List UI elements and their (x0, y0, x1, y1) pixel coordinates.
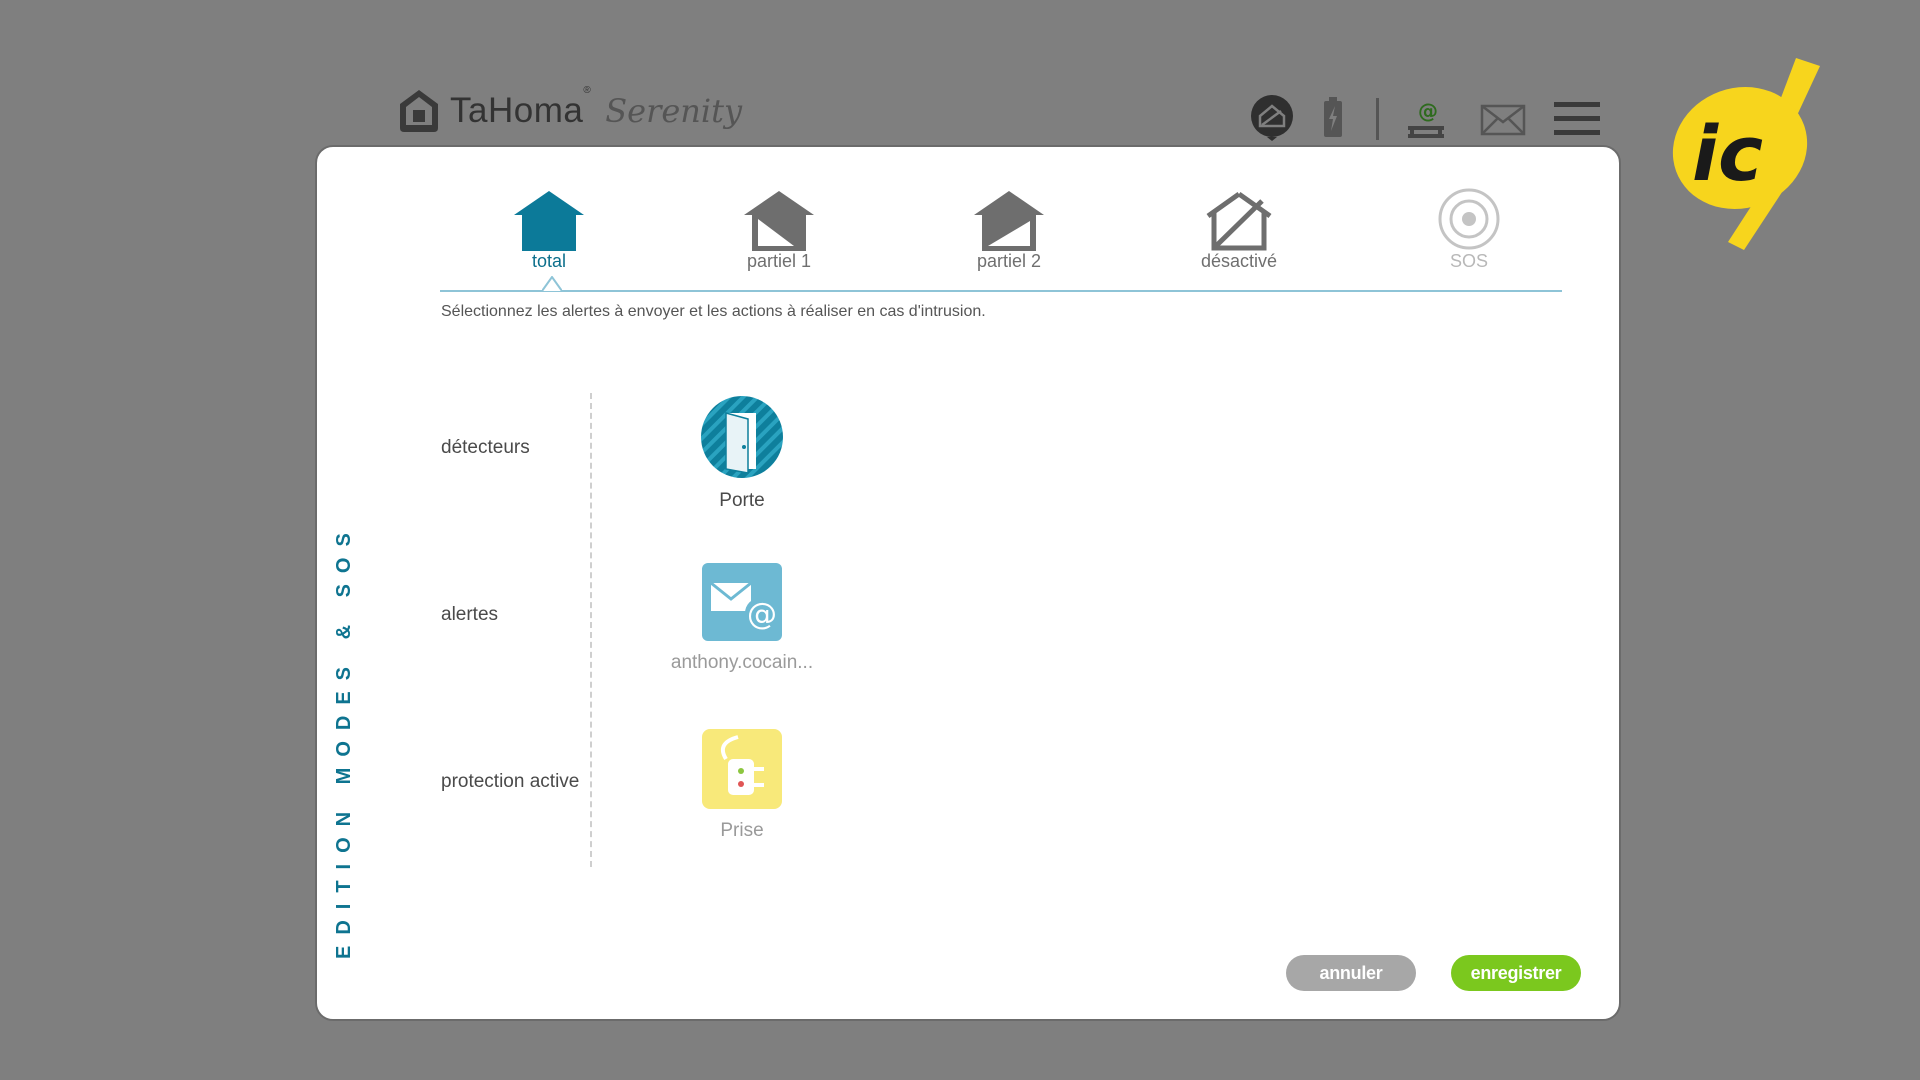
instruction-text: Sélectionnez les alertes à envoyer et le… (441, 303, 986, 320)
dialog-vertical-title: EDITION MODES & SOS (333, 522, 355, 959)
tab-desactive[interactable]: désactivé (1169, 183, 1309, 272)
ic-logo-badge-icon: ic (1672, 58, 1820, 250)
tab-total[interactable]: total (479, 183, 619, 272)
email-settings-icon[interactable]: @ (1404, 98, 1448, 138)
device-label: anthony.cocain... (670, 652, 814, 673)
toolbar-separator (1376, 98, 1379, 140)
device-email-alert[interactable]: @ anthony.cocain... (662, 563, 822, 674)
tab-sos[interactable]: SOS (1399, 183, 1539, 272)
mode-tabs: total partiel 1 partiel 2 désactivé SOS (441, 183, 1561, 289)
tab-label: SOS (1449, 251, 1488, 271)
svg-text:@: @ (747, 597, 777, 632)
section-label-alertes: alertes (441, 604, 499, 625)
home-logo-icon (400, 90, 438, 132)
svg-text:@: @ (1418, 99, 1438, 123)
tab-label: partiel 1 (746, 251, 812, 271)
brand-logo: TaHoma® Serenity (398, 85, 743, 134)
device-label: Porte (719, 490, 765, 511)
section-label-detecteurs: détecteurs (441, 437, 530, 458)
sos-target-icon (1438, 188, 1500, 250)
device-porte[interactable]: Porte (662, 395, 822, 512)
save-button[interactable]: enregistrer (1451, 955, 1581, 991)
battery-icon[interactable] (1322, 96, 1344, 138)
plug-icon (702, 729, 782, 809)
menu-icon[interactable] (1554, 100, 1600, 138)
section-label-protection: protection active (441, 771, 580, 792)
cancel-button[interactable]: annuler (1286, 955, 1416, 991)
section-divider (590, 393, 592, 867)
house-partial-1-icon (744, 191, 814, 251)
tab-label: total (531, 251, 567, 271)
house-full-icon (514, 191, 584, 251)
mail-icon[interactable] (1480, 104, 1526, 136)
active-tab-caret (542, 276, 562, 292)
house-partial-2-icon (974, 191, 1044, 251)
house-off-icon (1206, 191, 1272, 251)
device-label: Prise (720, 820, 764, 841)
svg-text:ic: ic (1692, 109, 1763, 198)
tab-partiel-1[interactable]: partiel 1 (709, 183, 849, 272)
tabs-underline (440, 290, 1562, 292)
house-mode-icon[interactable] (1250, 94, 1294, 142)
edit-modes-dialog: EDITION MODES & SOS total partiel 1 part… (315, 145, 1621, 1021)
door-sensor-icon (701, 396, 783, 478)
brand-name: TaHoma® (450, 85, 592, 130)
tab-label: partiel 2 (976, 251, 1042, 271)
email-alert-icon: @ (702, 563, 782, 641)
brand-subtitle: Serenity (605, 92, 743, 130)
device-prise[interactable]: Prise (662, 729, 822, 842)
tab-label: désactivé (1200, 251, 1278, 271)
tab-partiel-2[interactable]: partiel 2 (939, 183, 1079, 272)
